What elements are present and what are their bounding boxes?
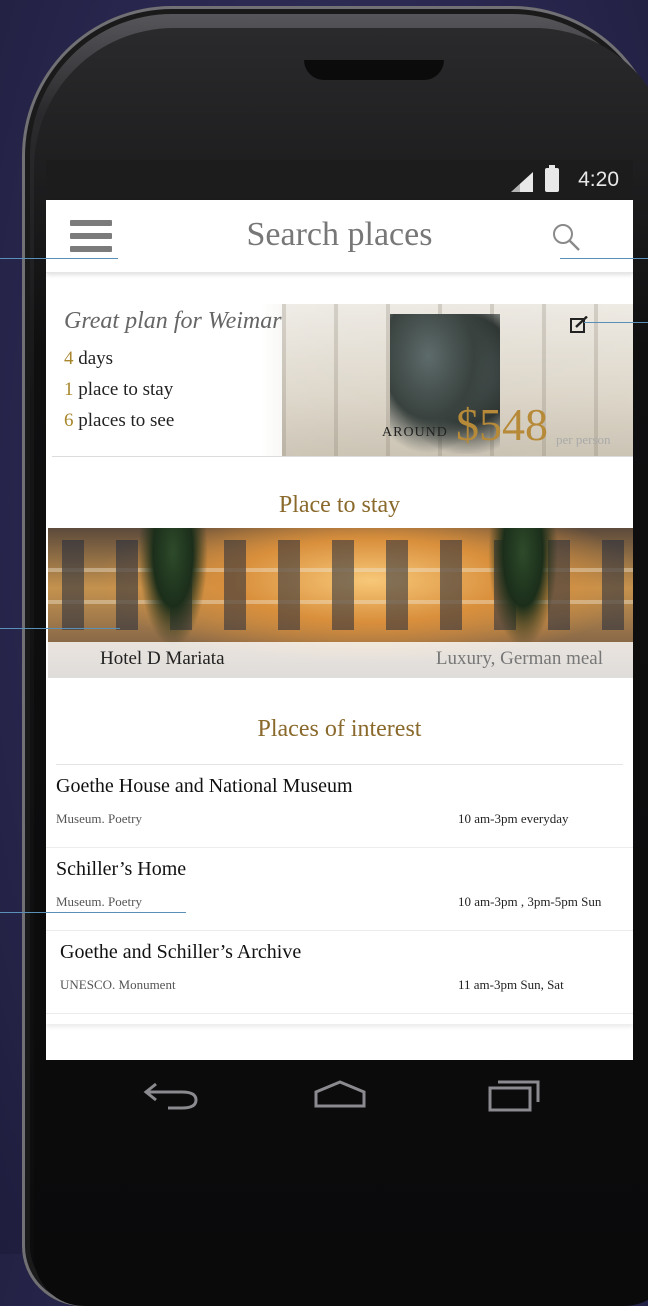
price-per-person: per person (556, 432, 611, 447)
signal-icon (511, 172, 533, 192)
place-to-stay-heading: Place to stay (278, 492, 401, 518)
palm-tree-image (138, 528, 208, 648)
see-label: places to see (78, 410, 175, 431)
phone-speaker (304, 60, 444, 80)
status-time: 4:20 (578, 168, 619, 191)
plan-stay: 1 place to stay (64, 379, 173, 401)
place-hours: 11 am-3pm Sun, Sat (458, 977, 564, 992)
plan-days: 4 days (64, 348, 113, 370)
annotation-line-search (560, 258, 648, 259)
trip-price: $548 (456, 399, 548, 450)
hotel-card[interactable]: Hotel D Mariata Luxury, German meal (48, 528, 633, 678)
edit-icon[interactable] (570, 316, 588, 334)
see-count: 6 (64, 410, 74, 431)
app-screen: 4:20 Search places Great plan for Weimar… (46, 160, 633, 1060)
app-bar: Search places (46, 200, 633, 273)
place-name: Goethe and Schiller’s Archive (60, 941, 302, 963)
list-item[interactable]: Goethe and Schiller’s Archive UNESCO. Mo… (46, 931, 633, 1014)
home-icon[interactable] (310, 1078, 370, 1112)
place-category: Museum. Poetry (56, 894, 142, 909)
hotel-name: Hotel D Mariata (100, 648, 225, 669)
search-icon[interactable] (551, 222, 581, 252)
hotel-tags: Luxury, German meal (435, 648, 603, 669)
stay-count: 1 (64, 379, 74, 400)
days-label: days (78, 348, 114, 369)
place-category: UNESCO. Monument (60, 977, 176, 992)
place-name: Schiller’s Home (56, 858, 187, 880)
annotation-line-hotel (0, 628, 120, 629)
back-icon[interactable] (142, 1078, 202, 1112)
list-item[interactable]: Goethe House and National Museum Museum.… (46, 765, 633, 848)
annotation-line-edit (584, 322, 648, 323)
recents-icon[interactable] (484, 1078, 544, 1112)
price-around-label: AROUND (382, 425, 448, 440)
annotation-line-menu (0, 258, 118, 259)
place-name: Goethe House and National Museum (56, 775, 353, 797)
places-of-interest-heading: Places of interest (257, 716, 422, 742)
system-nav-bar (46, 1060, 633, 1140)
battery-icon (545, 165, 559, 192)
plan-heading: Great plan for Weimar (64, 308, 282, 334)
place-hours: 10 am-3pm , 3pm-5pm Sun (458, 894, 602, 909)
days-count: 4 (64, 348, 74, 369)
plan-see: 6 places to see (64, 410, 174, 432)
annotation-line-poi (0, 912, 186, 913)
stay-label: place to stay (78, 379, 174, 400)
list-item[interactable]: Schiller’s Home Museum. Poetry 10 am-3pm… (46, 848, 633, 931)
places-of-interest-list: Goethe House and National Museum Museum.… (46, 764, 633, 1024)
palm-tree-image (488, 528, 558, 648)
trip-plan-card[interactable]: Great plan for Weimar 4 days 1 place to … (52, 304, 633, 457)
list-end-shadow (46, 1014, 633, 1024)
place-category: Museum. Poetry (56, 811, 142, 826)
status-bar: 4:20 (46, 160, 633, 200)
place-hours: 10 am-3pm everyday (458, 811, 569, 826)
search-places-title[interactable]: Search places (46, 216, 633, 254)
